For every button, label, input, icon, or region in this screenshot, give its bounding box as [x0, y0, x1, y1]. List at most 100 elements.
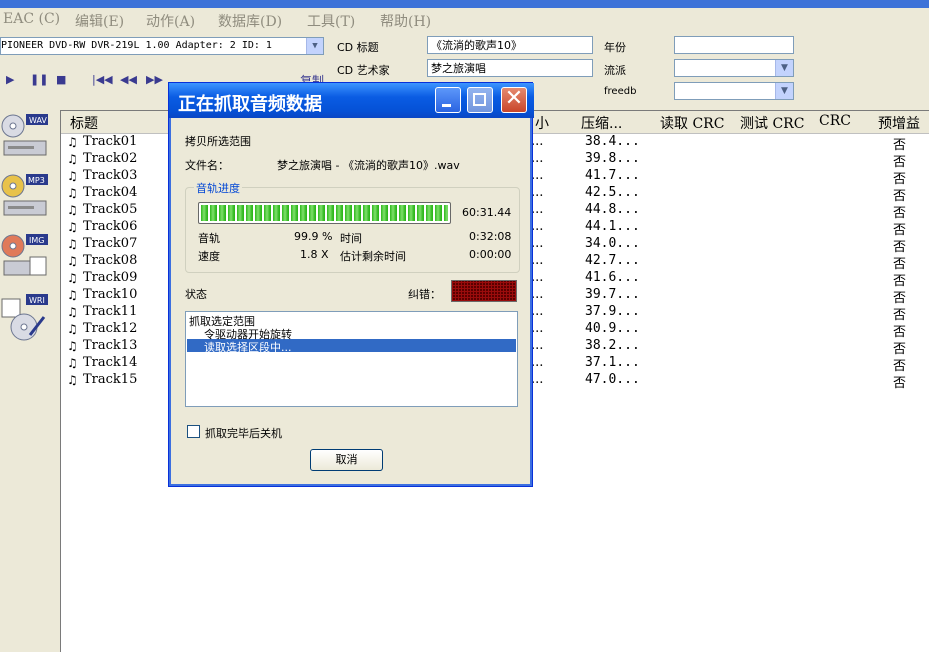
column-crc[interactable]: CRC [819, 113, 851, 129]
track-title: Track08 [83, 253, 138, 268]
remaining-label: 估计剩余时间 [340, 250, 406, 263]
column-size[interactable]: 小 [535, 113, 549, 133]
minimize-button[interactable] [435, 87, 461, 113]
cd-title-input[interactable]: 《流淌的歌声10》 [427, 36, 593, 54]
maximize-icon [473, 93, 486, 106]
column-read-crc[interactable]: 读取 CRC [660, 113, 724, 133]
side-icon-label: WRI [29, 296, 45, 305]
cd-title-label: CD 标题 [337, 41, 379, 54]
img-button[interactable]: IMG [0, 233, 50, 285]
menu-database[interactable]: 数据库(D) [218, 11, 282, 31]
pause-icon[interactable]: ❚❚ [30, 73, 48, 86]
chevron-down-icon[interactable]: ▼ [775, 83, 793, 99]
cd-artist-input[interactable]: 梦之旅演唱 [427, 59, 593, 77]
track-pregain: 否 [893, 376, 907, 391]
year-input[interactable] [674, 36, 794, 54]
music-note-icon: ♫ [67, 339, 78, 353]
freedb-select[interactable]: ▼ [674, 82, 794, 100]
track-title: Track01 [83, 134, 138, 149]
dialog-titlebar[interactable]: 正在抓取音频数据 ✕ [169, 83, 534, 118]
copy-range-label: 拷贝所选范围 [185, 135, 251, 148]
track-compression: 41.7... [585, 168, 640, 183]
filename-label: 文件名： [185, 159, 229, 172]
column-pregain[interactable]: 预增益 [878, 113, 920, 133]
first-track-icon[interactable]: |◀◀ [92, 73, 113, 86]
column-compress[interactable]: 压缩... [581, 113, 622, 133]
music-note-icon: ♫ [67, 186, 78, 200]
cancel-button[interactable]: 取消 [310, 449, 383, 471]
speed-label: 速度 [198, 250, 220, 263]
menu-edit[interactable]: 编辑(E) [75, 11, 124, 31]
track-compression: 39.8... [585, 151, 640, 166]
progress-time: 60:31.44 [462, 206, 512, 219]
column-title[interactable]: 标题 [70, 113, 98, 133]
music-note-icon: ♫ [67, 254, 78, 268]
genre-select[interactable]: ▼ [674, 59, 794, 77]
wav-button[interactable]: WAV [0, 113, 50, 165]
track-title: Track13 [83, 338, 138, 353]
menu-tools[interactable]: 工具(T) [307, 11, 355, 31]
column-test-crc[interactable]: 测试 CRC [740, 113, 804, 133]
track-percent: 99.9 % [294, 230, 333, 243]
speed-value: 1.8 X [300, 248, 329, 261]
track-compression: 44.8... [585, 202, 640, 217]
play-icon[interactable]: ▶ [6, 73, 14, 86]
progress-fill [201, 205, 448, 221]
log-line-selected: 读取选择区段中... [204, 341, 292, 354]
cd-mp3-icon: MP3 [1, 174, 48, 216]
status-log[interactable]: 抓取选定范围 令驱动器开始旋转 读取选择区段中... [185, 311, 518, 407]
track-title: Track11 [83, 304, 138, 319]
drive-select-value: PIONEER DVD-RW DVR-219L 1.00 Adapter: 2 … [1, 40, 272, 51]
cd-artist-label: CD 艺术家 [337, 64, 390, 77]
chevron-down-icon[interactable]: ▼ [306, 38, 323, 54]
track-compression: 47.0... [585, 372, 640, 387]
track-title: Track02 [83, 151, 138, 166]
menu-help[interactable]: 帮助(H) [380, 11, 431, 31]
track-title: Track03 [83, 168, 138, 183]
menu-action[interactable]: 动作(A) [146, 11, 195, 31]
music-note-icon: ♫ [67, 152, 78, 166]
music-note-icon: ♫ [67, 322, 78, 336]
track-title: Track15 [83, 372, 138, 387]
music-note-icon: ♫ [67, 169, 78, 183]
time-label: 时间 [340, 232, 362, 245]
mp3-button[interactable]: MP3 [0, 173, 50, 225]
track-compression: 37.9... [585, 304, 640, 319]
side-icon-label: MP3 [28, 176, 45, 185]
track-compression: 42.5... [585, 185, 640, 200]
drive-select[interactable]: PIONEER DVD-RW DVR-219L 1.00 Adapter: 2 … [0, 37, 324, 55]
track-title: Track06 [83, 219, 138, 234]
track-compression: 40.9... [585, 321, 640, 336]
track-progress-bar [198, 202, 451, 224]
close-button[interactable]: ✕ [501, 87, 527, 113]
write-button[interactable]: WRI [0, 293, 50, 345]
track-progress-group: 音轨进度 60:31.44 音轨 99.9 % 时间 0:32:08 速度 1.… [185, 180, 520, 273]
track-title: Track09 [83, 270, 138, 285]
music-note-icon: ♫ [67, 237, 78, 251]
track-title: Track14 [83, 355, 138, 370]
music-note-icon: ♫ [67, 135, 78, 149]
shutdown-label: 抓取完毕后关机 [205, 427, 282, 440]
track-title: Track07 [83, 236, 138, 251]
music-note-icon: ♫ [67, 220, 78, 234]
track-compression: 41.6... [585, 270, 640, 285]
track-title: Track10 [83, 287, 138, 302]
year-label: 年份 [604, 41, 626, 54]
menu-eac[interactable]: EAC (C) [3, 11, 60, 27]
track-title: Track12 [83, 321, 138, 336]
rewind-icon[interactable]: ◀◀ [120, 73, 137, 86]
track-compression: 38.4... [585, 134, 640, 149]
shutdown-checkbox[interactable] [187, 425, 200, 438]
side-icon-label: IMG [29, 236, 44, 245]
music-note-icon: ♫ [67, 288, 78, 302]
chevron-down-icon[interactable]: ▼ [775, 60, 793, 76]
music-note-icon: ♫ [67, 373, 78, 387]
rip-progress-dialog: 正在抓取音频数据 ✕ 拷贝所选范围 文件名： 梦之旅演唱 - 《流淌的歌声10》… [168, 82, 534, 487]
stop-icon[interactable]: ■ [56, 73, 66, 86]
maximize-button[interactable] [467, 87, 493, 113]
fast-forward-icon[interactable]: ▶▶ [146, 73, 163, 86]
track-title: Track05 [83, 202, 138, 217]
music-note-icon: ♫ [67, 203, 78, 217]
time-value: 0:32:08 [469, 230, 512, 243]
dialog-title: 正在抓取音频数据 [178, 94, 322, 115]
